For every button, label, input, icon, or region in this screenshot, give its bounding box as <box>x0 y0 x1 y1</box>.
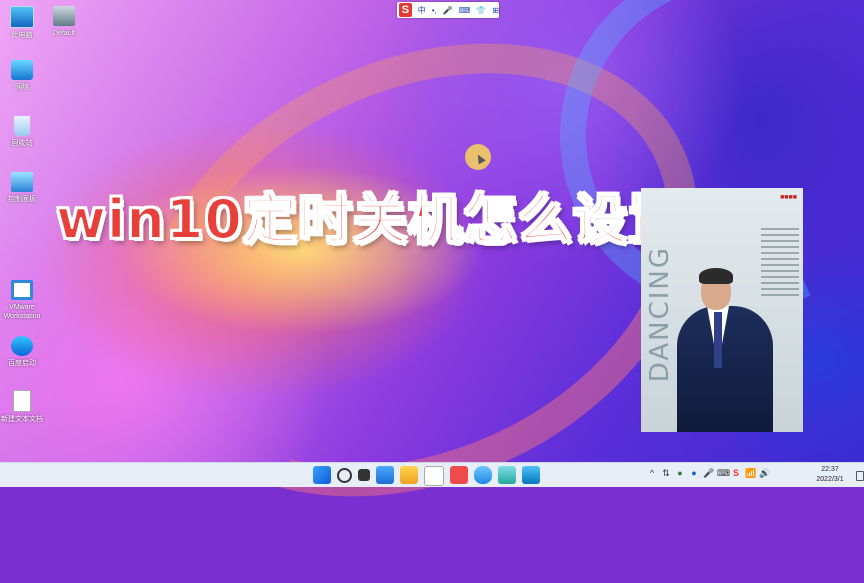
control-panel-icon <box>11 172 33 192</box>
microphone-icon[interactable]: 🎤 <box>443 6 453 15</box>
system-tray: ^ ⇅ ● ● 🎤 ⌨ S 📶 🔊 <box>645 468 771 478</box>
volume-icon[interactable]: 🔊 <box>759 468 770 478</box>
desktop-icon-label: 百度启动 <box>8 360 36 367</box>
app-red-icon[interactable] <box>450 466 468 484</box>
desktop-icon-label: VMware Workstation <box>3 304 41 320</box>
poster-text-columns <box>761 228 799 300</box>
launcher-icon <box>11 336 33 356</box>
desktop-icon-label: 网络 <box>15 84 29 91</box>
search-icon[interactable] <box>337 468 352 483</box>
desktop-icon-text-document[interactable]: 新建文本文档 <box>0 390 46 424</box>
microphone-icon[interactable]: 🎤 <box>703 468 714 478</box>
app-icon[interactable] <box>424 466 444 486</box>
wifi-icon[interactable]: 📶 <box>745 468 756 478</box>
tray-app-green-icon[interactable]: ● <box>675 468 685 478</box>
ime-punctuation-toggle[interactable]: •, <box>432 6 437 15</box>
remote-desktop-icon[interactable] <box>522 466 540 484</box>
default-user-icon <box>53 6 75 26</box>
ime-toolbar[interactable]: S 中 •, 🎤 ⌨ 👕 ⊞ <box>397 2 499 18</box>
clock-time: 22:37 <box>821 466 839 473</box>
poster-vertical-text: DANCING <box>645 246 675 383</box>
ime-tray-icon[interactable]: S <box>731 468 741 478</box>
presenter-hair <box>699 268 733 284</box>
ime-logo-icon[interactable]: S <box>399 3 412 17</box>
notepad-icon[interactable] <box>498 466 516 484</box>
desktop-icon-default[interactable]: Default <box>40 6 88 38</box>
taskbar-apps <box>310 466 543 486</box>
desktop-icon-recycle-bin[interactable]: 回收站 <box>0 116 46 148</box>
desktop-icon-control-panel[interactable]: 控制面板 <box>0 172 46 204</box>
poster-header-mark: ■■■■ <box>780 194 797 201</box>
desktop-icon-network[interactable]: 网络 <box>0 60 46 92</box>
desktop-icon-label: 此电脑 <box>11 32 33 39</box>
tray-overflow-icon[interactable]: ^ <box>647 468 657 478</box>
taskbar: ^ ⇅ ● ● 🎤 ⌨ S 📶 🔊 22:37 2022/3/1 <box>0 462 864 487</box>
file-explorer-icon[interactable] <box>400 466 418 484</box>
notification-icon[interactable] <box>856 471 864 481</box>
presenter-poster: ■■■■ DANCING <box>641 188 803 432</box>
network-icon <box>11 60 33 80</box>
cloud-icon[interactable] <box>474 466 492 484</box>
start-icon[interactable] <box>313 466 331 484</box>
desktop-icon-label: 控制面板 <box>8 196 36 203</box>
recycle-bin-icon <box>14 116 30 136</box>
clock-date: 2022/3/1 <box>816 476 844 483</box>
tray-sync-icon[interactable]: ⇅ <box>661 468 671 478</box>
ime-mode-toggle[interactable]: 中 <box>418 5 426 16</box>
desktop-icon-vmware[interactable]: VMware Workstation <box>0 280 46 321</box>
toolbox-icon[interactable]: ⊞ <box>492 6 499 15</box>
keyboard-icon[interactable]: ⌨ <box>717 468 730 478</box>
text-document-icon <box>13 390 31 412</box>
keyboard-icon[interactable]: ⌨ <box>459 6 471 15</box>
widgets-icon[interactable] <box>376 466 394 484</box>
skin-icon[interactable]: 👕 <box>476 6 486 15</box>
desktop-icon-label: Default <box>52 30 76 37</box>
desktop-icon-launcher[interactable]: 百度启动 <box>0 336 46 368</box>
taskbar-clock[interactable]: 22:37 2022/3/1 <box>808 465 852 485</box>
tray-app-blue-icon[interactable]: ● <box>689 468 699 478</box>
computer-icon <box>10 6 34 28</box>
desktop-icon-label: 回收站 <box>11 140 33 147</box>
task-view-icon[interactable] <box>358 469 370 481</box>
vmware-icon <box>11 280 33 300</box>
presenter-tie <box>714 312 722 368</box>
desktop-icon-label: 新建文本文档 <box>1 416 43 423</box>
